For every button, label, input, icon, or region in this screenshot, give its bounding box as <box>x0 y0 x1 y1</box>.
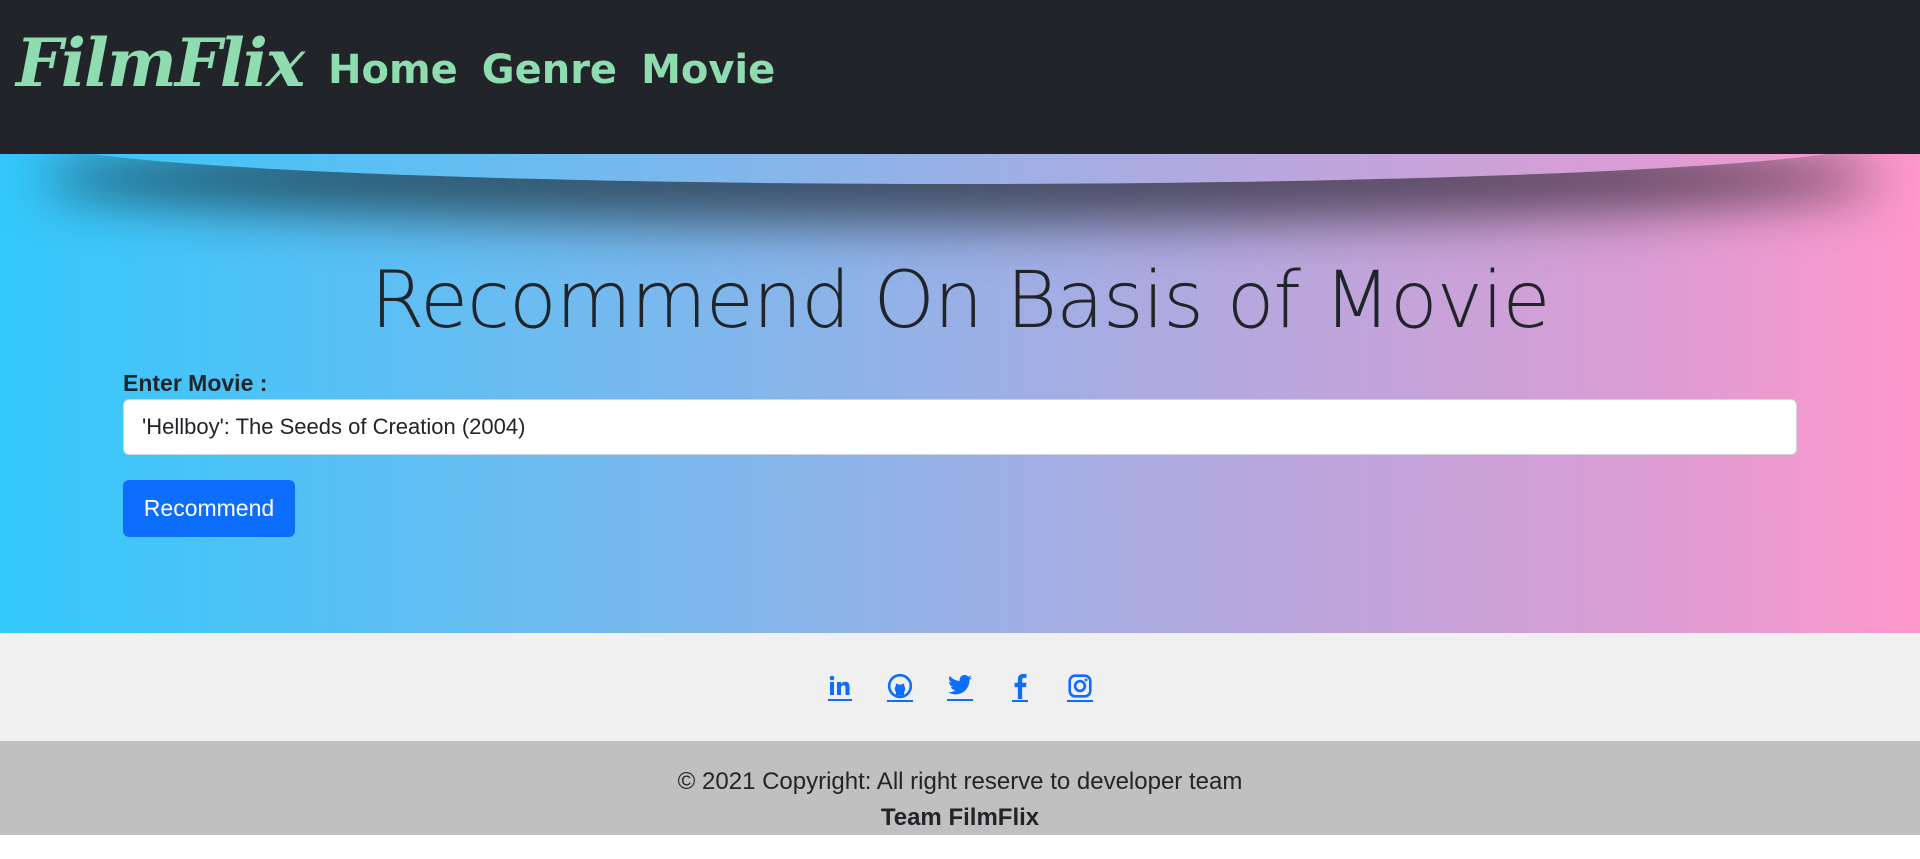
instagram-icon <box>1067 673 1093 702</box>
movie-input[interactable] <box>123 399 1797 455</box>
linkedin-link[interactable] <box>810 667 870 707</box>
team-name: Team FilmFlix <box>880 804 1040 831</box>
top-navbar: FilmFlix Home Genre Movie <box>0 0 1920 154</box>
github-link[interactable] <box>870 667 930 707</box>
recommend-button[interactable]: Recommend <box>123 480 295 537</box>
facebook-icon <box>1012 673 1028 702</box>
footer: © 2021 Copyright: All right reserve to d… <box>0 741 1920 835</box>
movie-field-label: Enter Movie : <box>123 370 268 396</box>
copyright-text: © 2021 Copyright: All right reserve to d… <box>677 768 1243 795</box>
brand-logo[interactable]: FilmFlix <box>16 30 305 96</box>
instagram-link[interactable] <box>1050 667 1110 707</box>
facebook-link[interactable] <box>990 667 1050 707</box>
social-links-bar <box>0 633 1920 741</box>
nav-links: Home Genre Movie <box>328 48 775 92</box>
github-icon <box>887 673 913 702</box>
twitter-link[interactable] <box>930 667 990 707</box>
linkedin-icon <box>828 674 852 701</box>
nav-link-movie[interactable]: Movie <box>641 48 775 92</box>
nav-link-home[interactable]: Home <box>328 48 458 92</box>
hero-section: Recommend On Basis of Movie Enter Movie … <box>0 154 1920 633</box>
nav-link-genre[interactable]: Genre <box>482 48 617 92</box>
page-title: Recommend On Basis of Movie <box>370 256 1550 346</box>
twitter-icon <box>947 674 973 701</box>
